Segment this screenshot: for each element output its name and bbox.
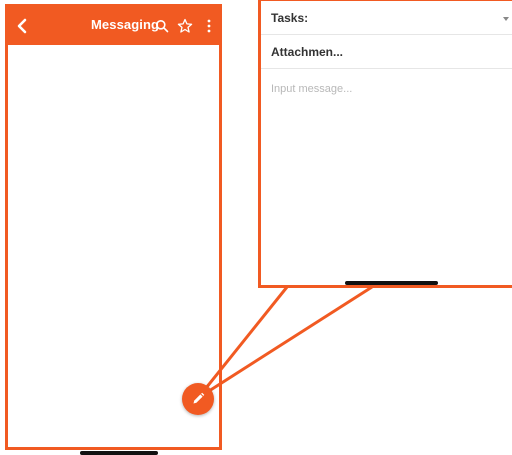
app-bar: Messaging [8, 7, 219, 45]
attachments-row[interactable]: Attachmen... [261, 35, 512, 69]
app-bar-title: Messaging [91, 17, 160, 32]
more-options-button[interactable] [200, 17, 218, 35]
more-vertical-icon [207, 19, 211, 33]
star-outline-icon [177, 18, 193, 33]
home-indicator [80, 451, 158, 455]
message-input[interactable] [271, 83, 491, 95]
tasks-label: Tasks: [271, 11, 309, 25]
pencil-icon [193, 392, 205, 404]
phone-screen: Messaging [5, 4, 222, 455]
favorite-button[interactable] [176, 17, 194, 35]
search-icon [156, 20, 169, 33]
home-indicator [345, 281, 438, 285]
back-button[interactable] [12, 15, 32, 37]
attachments-label: Attachmen... [271, 45, 344, 59]
compose-fab-button[interactable] [182, 383, 214, 415]
tasks-row[interactable]: Tasks: [261, 1, 512, 35]
back-chevron-icon [17, 18, 27, 34]
search-button[interactable] [153, 17, 171, 35]
dropdown-caret-icon [503, 17, 509, 21]
compose-panel: Tasks: Attachmen... [258, 0, 512, 288]
